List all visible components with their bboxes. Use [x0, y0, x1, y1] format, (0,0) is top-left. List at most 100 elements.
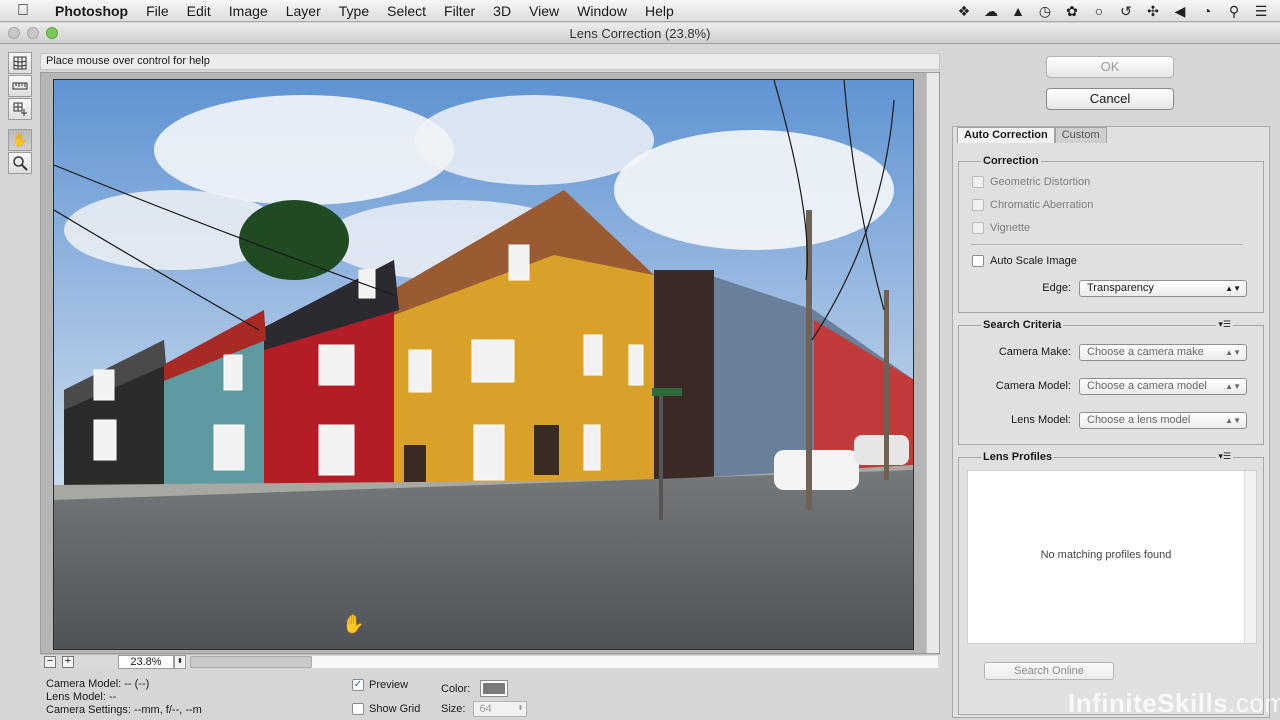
edge-select-value: Transparency	[1087, 282, 1154, 294]
vertical-scrollbar[interactable]	[926, 73, 939, 653]
auto-scale-option[interactable]: Auto Scale Image	[972, 255, 1077, 267]
camera-model-info: Camera Model: -- (--)	[46, 678, 150, 690]
menu-select[interactable]: Select	[378, 0, 435, 22]
cancel-button[interactable]: Cancel	[1046, 88, 1174, 110]
notification-icon[interactable]: ▲	[1009, 3, 1027, 19]
zoom-out-button[interactable]: −	[44, 656, 56, 668]
horizontal-scroll-track[interactable]	[312, 656, 938, 668]
camera-make-select[interactable]: Choose a camera make ▲▼	[1079, 344, 1247, 361]
remove-distortion-tool-icon[interactable]	[8, 52, 32, 74]
grid-color-label: Color:	[441, 682, 471, 695]
list-icon[interactable]: ☰	[1252, 3, 1270, 20]
grid-color-swatch[interactable]	[480, 680, 509, 697]
straighten-tool-icon[interactable]	[8, 75, 32, 97]
grid-size-stepper-icon[interactable]: ⬍	[518, 702, 524, 716]
menu-type[interactable]: Type	[330, 0, 378, 22]
menu-app[interactable]: Photoshop	[46, 0, 137, 22]
window-title: Lens Correction (23.8%)	[569, 26, 711, 41]
clock-icon[interactable]: ◷	[1036, 3, 1054, 20]
vignette-option[interactable]: Vignette	[972, 222, 1030, 234]
preview-photo[interactable]: ✋	[53, 79, 914, 650]
grid-size-field[interactable]: 64 ⬍	[473, 701, 528, 717]
zoom-level-field[interactable]: 23.8%	[118, 655, 174, 669]
lens-model-info: Lens Model: --	[46, 691, 117, 703]
show-grid-option[interactable]: Show Grid	[352, 703, 420, 715]
menu-file[interactable]: File	[137, 0, 178, 22]
menu-window[interactable]: Window	[568, 0, 636, 22]
geometric-distortion-checkbox[interactable]	[972, 176, 984, 188]
camera-make-value: Choose a camera make	[1087, 346, 1204, 358]
profiles-flyout-menu-icon[interactable]: ▾☰	[1216, 451, 1233, 462]
camera-model-select[interactable]: Choose a camera model ▲▼	[1079, 378, 1247, 395]
correction-divider	[971, 244, 1243, 245]
chat-icon[interactable]: ○	[1090, 3, 1108, 19]
creative-cloud-icon[interactable]: ☁	[982, 3, 1000, 20]
watermark-suffix: .com	[1228, 688, 1280, 718]
preview-checkbox[interactable]: ✓	[352, 679, 364, 691]
auto-scale-checkbox[interactable]	[972, 255, 984, 267]
vignette-label: Vignette	[990, 222, 1031, 234]
tool-strip: ✋	[8, 52, 32, 175]
window-title-bar: Lens Correction (23.8%)	[0, 23, 1280, 44]
search-criteria-group: Search Criteria ▾☰ Camera Make: Choose a…	[958, 318, 1264, 445]
ok-button[interactable]: OK	[1046, 56, 1174, 78]
lens-model-label: Lens Model:	[1011, 414, 1071, 426]
select-arrows-icon: ▲▼	[1225, 348, 1241, 357]
menu-3d[interactable]: 3D	[484, 0, 520, 22]
vignette-checkbox[interactable]	[972, 222, 984, 234]
lens-profiles-list[interactable]: No matching profiles found	[967, 470, 1257, 644]
dropbox-icon[interactable]: ❖	[955, 3, 973, 20]
search-online-button[interactable]: Search Online	[984, 662, 1114, 680]
horizontal-scroll-thumb[interactable]	[190, 656, 312, 668]
preview-canvas[interactable]: ✋	[40, 72, 940, 654]
auto-scale-label: Auto Scale Image	[990, 255, 1077, 267]
geometric-distortion-option[interactable]: Geometric Distortion	[972, 176, 1090, 188]
chromatic-aberration-option[interactable]: Chromatic Aberration	[972, 199, 1093, 211]
preview-option[interactable]: ✓ Preview	[352, 679, 408, 691]
select-arrows-icon: ▲▼	[1225, 382, 1241, 391]
menu-layer[interactable]: Layer	[277, 0, 330, 22]
camera-info: Camera Model: -- (--) Lens Model: -- Cam…	[46, 678, 202, 717]
grid-color-fill	[483, 683, 506, 694]
ruler-icon	[12, 82, 28, 90]
search-criteria-title: Search Criteria	[981, 318, 1064, 332]
zoom-tool-icon[interactable]	[8, 152, 32, 174]
magnifier-icon	[13, 156, 28, 171]
profiles-scrollbar[interactable]	[1244, 471, 1256, 643]
time-machine-icon[interactable]: ↺	[1117, 3, 1135, 20]
zoom-in-button[interactable]: +	[62, 656, 74, 668]
zoom-bar: − + 23.8% ⬍	[40, 654, 940, 669]
menu-help[interactable]: Help	[636, 0, 683, 22]
menu-bar:  Photoshop File Edit Image Layer Type S…	[0, 0, 1280, 22]
chromatic-aberration-checkbox[interactable]	[972, 199, 984, 211]
lens-model-select[interactable]: Choose a lens model ▲▼	[1079, 412, 1247, 429]
correction-panel: Auto Correction Custom Correction Geomet…	[952, 126, 1270, 718]
correction-group: Correction Geometric Distortion Chromati…	[958, 154, 1264, 313]
lens-profiles-group: Lens Profiles ▾☰ No matching profiles fo…	[958, 450, 1264, 715]
camera-settings-info: Camera Settings: --mm, f/--, --m	[46, 704, 202, 716]
volume-icon[interactable]: ◀	[1171, 3, 1189, 20]
move-grid-tool-icon[interactable]	[8, 98, 32, 120]
tab-custom[interactable]: Custom	[1054, 127, 1107, 143]
camera-make-label: Camera Make:	[998, 346, 1071, 358]
grid-size-option: Size: 64 ⬍	[441, 701, 528, 717]
menu-filter[interactable]: Filter	[435, 0, 484, 22]
menu-image[interactable]: Image	[220, 0, 277, 22]
chromatic-aberration-label: Chromatic Aberration	[990, 199, 1094, 211]
paw-icon[interactable]: ✿	[1063, 3, 1081, 20]
bluetooth-icon[interactable]: ✣	[1144, 3, 1162, 20]
menu-edit[interactable]: Edit	[178, 0, 220, 22]
zoom-stepper-icon[interactable]: ⬍	[174, 655, 186, 669]
show-grid-checkbox[interactable]	[352, 703, 364, 715]
spotlight-icon[interactable]: ⚲	[1225, 3, 1243, 20]
watermark: InfiniteSkills.com	[1068, 688, 1280, 719]
grid-size-value: 64	[479, 703, 492, 715]
tab-auto-correction[interactable]: Auto Correction	[957, 127, 1055, 143]
edge-select[interactable]: Transparency ▲▼	[1079, 280, 1247, 297]
search-flyout-menu-icon[interactable]: ▾☰	[1216, 319, 1233, 330]
show-grid-label: Show Grid	[369, 703, 421, 715]
timer-icon[interactable]: ◔	[1198, 3, 1216, 19]
menu-view[interactable]: View	[520, 0, 568, 22]
apple-menu-icon[interactable]: 	[0, 2, 46, 20]
hand-tool-icon[interactable]: ✋	[8, 129, 32, 151]
